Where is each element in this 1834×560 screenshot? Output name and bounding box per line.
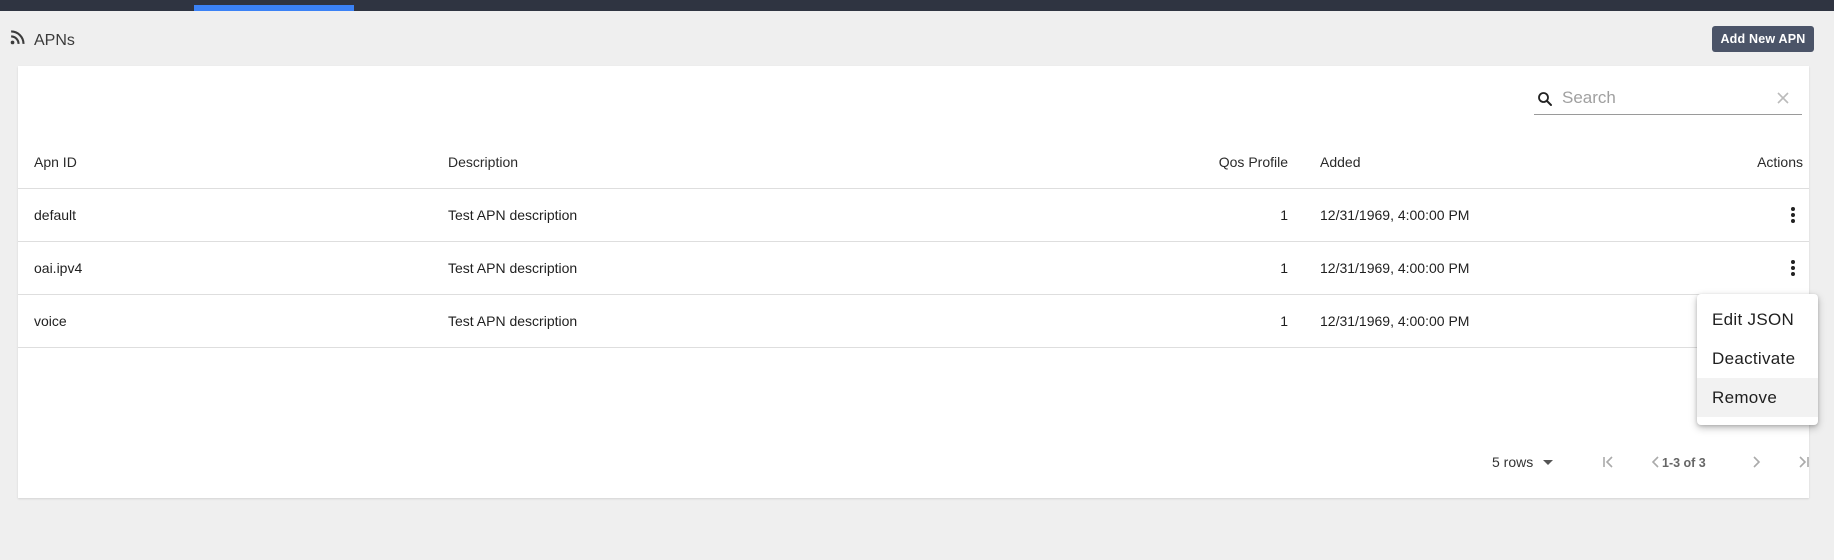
top-nav-bar	[0, 0, 1834, 11]
actions-cell	[1693, 188, 1809, 242]
description-cell: Test APN description	[448, 188, 1138, 242]
active-tab-indicator	[194, 5, 354, 11]
apn-id-cell: oai.ipv4	[18, 241, 448, 295]
rows-per-page-select[interactable]: 5 rows	[1492, 454, 1554, 470]
apn-table: Apn ID Description Qos Profile Added Act…	[18, 137, 1809, 348]
qos-profile-cell: 1	[1138, 294, 1288, 348]
search-icon	[1538, 92, 1552, 106]
last-page-icon[interactable]	[1794, 453, 1812, 471]
added-cell: 12/31/1969, 4:00:00 PM	[1288, 294, 1694, 348]
column-header-apn-id[interactable]: Apn ID	[18, 137, 448, 189]
dropdown-arrow-icon	[1543, 459, 1554, 465]
added-cell: 12/31/1969, 4:00:00 PM	[1288, 188, 1694, 242]
description-cell: Test APN description	[448, 241, 1138, 295]
table-pagination: 5 rows 1-3 of 3	[18, 446, 1809, 478]
qos-profile-cell: 1	[1138, 241, 1288, 295]
row-actions-menu: Edit JSON Deactivate Remove	[1697, 294, 1818, 425]
page-header: APNs Add New APN	[0, 20, 1834, 60]
page-title: APNs	[34, 32, 75, 49]
apn-table-card: Apn ID Description Qos Profile Added Act…	[18, 66, 1809, 498]
search-field	[1534, 81, 1802, 115]
more-vert-icon[interactable]	[1783, 258, 1803, 278]
table-row: default Test APN description 1 12/31/196…	[18, 188, 1809, 242]
menu-item-remove[interactable]: Remove	[1697, 378, 1818, 417]
rss-feed-icon	[10, 30, 25, 45]
column-header-description[interactable]: Description	[448, 137, 1138, 189]
clear-search-icon[interactable]	[1776, 91, 1790, 105]
apn-id-cell: default	[18, 188, 448, 242]
column-header-actions: Actions	[1693, 137, 1809, 189]
table-header-row: Apn ID Description Qos Profile Added Act…	[18, 137, 1809, 189]
table-row: voice Test APN description 1 12/31/1969,…	[18, 294, 1809, 348]
first-page-icon[interactable]	[1600, 453, 1618, 471]
more-vert-icon[interactable]	[1783, 205, 1803, 225]
menu-item-deactivate[interactable]: Deactivate	[1697, 339, 1818, 378]
menu-item-edit-json[interactable]: Edit JSON	[1697, 300, 1818, 339]
apn-id-cell: voice	[18, 294, 448, 348]
added-cell: 12/31/1969, 4:00:00 PM	[1288, 241, 1694, 295]
column-header-added[interactable]: Added	[1288, 137, 1694, 189]
table-row: oai.ipv4 Test APN description 1 12/31/19…	[18, 241, 1809, 295]
rows-per-page-value: 5 rows	[1492, 454, 1534, 470]
qos-profile-cell: 1	[1138, 188, 1288, 242]
add-new-apn-button[interactable]: Add New APN	[1712, 26, 1814, 52]
actions-cell	[1693, 241, 1809, 295]
search-input[interactable]	[1562, 85, 1762, 111]
next-page-icon[interactable]	[1747, 453, 1765, 471]
column-header-qos-profile[interactable]: Qos Profile	[1138, 137, 1288, 189]
description-cell: Test APN description	[448, 294, 1138, 348]
page-range-label: 1-3 of 3	[1662, 456, 1706, 470]
